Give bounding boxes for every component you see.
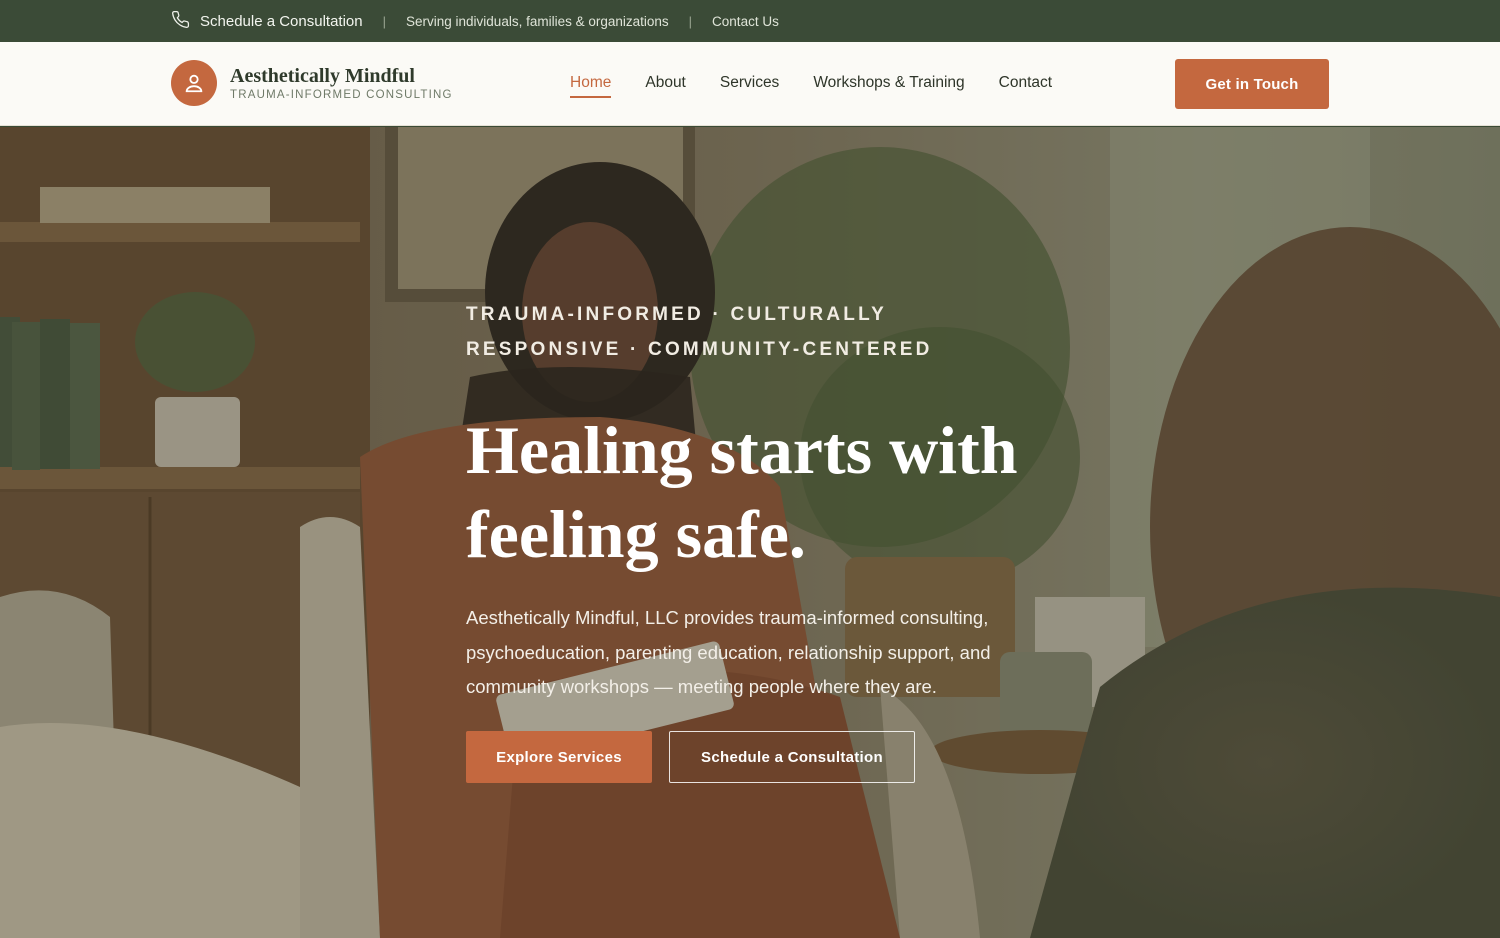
main-nav: Home About Services Workshops & Training… <box>570 74 1052 98</box>
hero-section: TRAUMA-INFORMED · CULTURALLY RESPONSIVE … <box>0 127 1500 938</box>
separator: | <box>382 13 387 29</box>
schedule-consultation-link[interactable]: Schedule a Consultation <box>171 10 363 33</box>
site-header: Aesthetically Mindful TRAUMA-INFORMED CO… <box>0 42 1500 126</box>
hero-content: TRAUMA-INFORMED · CULTURALLY RESPONSIVE … <box>466 297 1106 783</box>
person-icon <box>171 60 217 106</box>
serving-text: Serving individuals, families & organiza… <box>406 13 669 29</box>
brand-logo-link[interactable]: Aesthetically Mindful TRAUMA-INFORMED CO… <box>171 60 453 106</box>
nav-home[interactable]: Home <box>570 74 612 98</box>
schedule-consultation-button[interactable]: Schedule a Consultation <box>669 731 915 783</box>
nav-contact[interactable]: Contact <box>999 74 1052 98</box>
brand-tagline: TRAUMA-INFORMED CONSULTING <box>230 88 453 101</box>
hero-eyebrow: TRAUMA-INFORMED · CULTURALLY RESPONSIVE … <box>466 304 933 360</box>
nav-services[interactable]: Services <box>720 74 779 98</box>
hero-headline: Healing starts with feeling safe. <box>466 412 1018 572</box>
brand-name: Aesthetically Mindful <box>230 64 415 87</box>
get-in-touch-button[interactable]: Get in Touch <box>1175 59 1329 109</box>
schedule-label: Schedule a Consultation <box>200 12 363 30</box>
hero-description: Aesthetically Mindful, LLC provides trau… <box>466 607 991 697</box>
phone-icon <box>171 10 190 33</box>
top-utility-bar: Schedule a Consultation | Serving indivi… <box>0 0 1500 42</box>
hero-buttons: Explore Services Schedule a Consultation <box>466 731 915 783</box>
separator: | <box>688 13 693 29</box>
nav-about[interactable]: About <box>645 74 686 98</box>
contact-us-link[interactable]: Contact Us <box>712 14 779 29</box>
explore-services-button[interactable]: Explore Services <box>466 731 652 783</box>
nav-workshops-training[interactable]: Workshops & Training <box>813 74 964 98</box>
